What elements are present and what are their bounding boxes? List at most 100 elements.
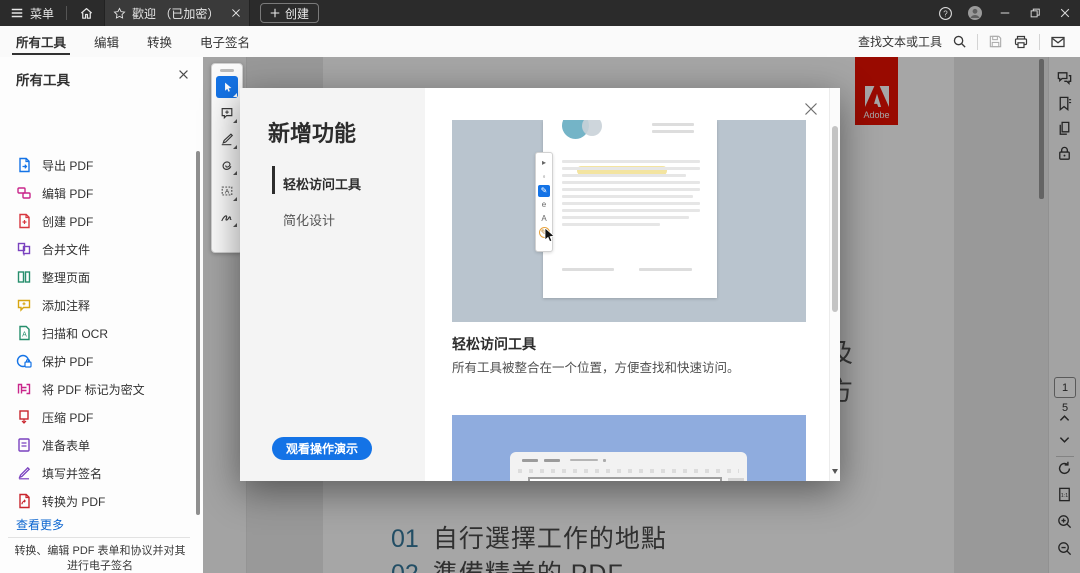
save-icon[interactable]: [988, 34, 1003, 49]
minimize-button[interactable]: [990, 0, 1020, 26]
dialog-scrollbar[interactable]: [829, 88, 840, 481]
sign-tool-button[interactable]: [216, 206, 238, 228]
dialog-close-icon[interactable]: [804, 102, 818, 116]
sidebar-item-create-pdf[interactable]: 创建 PDF: [0, 207, 208, 235]
titlebar-divider: [66, 6, 68, 20]
sidebar-item-combine-files[interactable]: 合并文件: [0, 235, 208, 263]
sidebar-item-label: 编辑 PDF: [42, 186, 94, 201]
sidebar-item-prepare-form[interactable]: 准备表单: [0, 431, 208, 459]
sidebar-item-label: 合并文件: [42, 242, 91, 257]
sidebar-item-label: 整理页面: [42, 270, 91, 285]
sidebar-item-label: 扫描和 OCR: [42, 326, 109, 341]
plus-icon: [270, 8, 280, 18]
print-icon[interactable]: [1013, 34, 1029, 50]
sidebar-item-export-pdf[interactable]: 导出 PDF: [0, 151, 208, 179]
mini-text-icon: A: [541, 214, 547, 223]
ribbon-right: 查找文本或工具: [858, 33, 1080, 50]
tab-convert[interactable]: 转换: [143, 27, 176, 57]
panel-close-icon[interactable]: [178, 69, 189, 80]
edit-pdf-icon: [16, 185, 32, 201]
text-select-tool-button[interactable]: A: [216, 180, 238, 202]
mini-comment-icon: ◦: [542, 172, 546, 181]
sidebar-item-label: 转换为 PDF: [42, 494, 106, 509]
scroll-down-arrow-icon[interactable]: [832, 469, 838, 474]
svg-text:A: A: [22, 332, 27, 339]
close-window-button[interactable]: [1050, 0, 1080, 26]
svg-text:?: ?: [943, 9, 948, 18]
nav-active-indicator: [272, 166, 275, 194]
document-tab[interactable]: 歡迎 （已加密）: [104, 0, 251, 26]
hamburger-icon: [10, 6, 24, 20]
tab-title: 歡迎 （已加密）: [132, 6, 220, 21]
home-button[interactable]: [69, 0, 104, 26]
help-button[interactable]: ?: [930, 0, 960, 26]
sidebar-item-fill-sign[interactable]: 填写并签名: [0, 459, 208, 487]
sidebar-item-protect-pdf[interactable]: 保护 PDF: [0, 347, 208, 375]
select-tool-button[interactable]: [216, 76, 238, 98]
sidebar-item-edit-pdf[interactable]: 编辑 PDF: [0, 179, 208, 207]
draw-lasso-tool-button[interactable]: [216, 154, 238, 176]
dialog-title: 新增功能: [268, 121, 357, 146]
tab-edit[interactable]: 编辑: [90, 27, 123, 57]
sidebar-item-label: 将 PDF 标记为密文: [42, 382, 145, 397]
feature-heading: 轻松访问工具: [452, 336, 536, 352]
organize-pages-icon: [16, 269, 32, 285]
dialog-scrollbar-thumb[interactable]: [832, 126, 838, 312]
tab-esign[interactable]: 电子签名: [196, 27, 254, 57]
sidebar-item-compress-pdf[interactable]: 压缩 PDF: [0, 403, 208, 431]
nav-item-easy-access-tools[interactable]: 轻松访问工具: [283, 174, 361, 193]
watch-demo-button[interactable]: 观看操作演示: [272, 437, 373, 460]
quick-tools-toolbar: A: [211, 63, 243, 253]
dialog-nav-panel: 新增功能 轻松访问工具 简化设计 观看操作演示: [240, 88, 425, 481]
mock-app-window: [510, 452, 747, 481]
mail-icon[interactable]: [1050, 34, 1066, 50]
sidebar-item-label: 准备表单: [42, 438, 91, 453]
search-icon[interactable]: [952, 34, 967, 49]
menu-button[interactable]: 菜单: [0, 0, 64, 26]
add-comment-tool-button[interactable]: [216, 102, 238, 124]
ribbon-bar: 所有工具 编辑 转换 电子签名 查找文本或工具: [0, 26, 1080, 58]
restore-button[interactable]: [1020, 0, 1050, 26]
scan-ocr-icon: A: [16, 325, 32, 341]
convert-pdf-icon: [16, 493, 32, 509]
sidebar-item-label: 导出 PDF: [42, 158, 94, 173]
cursor-pointer-illustration: [544, 228, 555, 243]
easy-access-illustration: ▸ ◦ ✎ e A ✎: [452, 120, 806, 322]
feature-description: 所有工具被整合在一个位置，方便查找和快速访问。: [452, 361, 740, 375]
titlebar-right: ?: [930, 0, 1080, 26]
tab-all-tools[interactable]: 所有工具: [12, 27, 71, 57]
home-icon: [79, 6, 94, 21]
highlight-pen-tool-button[interactable]: [216, 128, 238, 150]
toolbar-drag-handle[interactable]: [220, 69, 234, 72]
sidebar-item-scan-ocr[interactable]: A 扫描和 OCR: [0, 319, 208, 347]
acrobat-window: 菜单 歡迎 （已加密） 创建 ? 所有工具 编辑 转换 电子签名 查找文本或工具…: [0, 0, 1080, 573]
create-button[interactable]: 创建: [260, 3, 320, 23]
add-comments-icon: [16, 297, 32, 313]
sidebar-scrollbar[interactable]: [196, 151, 200, 515]
fill-sign-icon: [16, 465, 32, 481]
svg-text:A: A: [225, 188, 230, 195]
all-tools-panel: 所有工具 导出 PDF 编辑 PDF 创建 PDF 合并文件 整理页面 添加注释: [0, 57, 204, 573]
sidebar-item-label: 压缩 PDF: [42, 410, 94, 425]
simplified-design-illustration: [452, 415, 806, 481]
see-more-link[interactable]: 查看更多: [16, 516, 64, 533]
compress-pdf-icon: [16, 409, 32, 425]
sidebar-footer-divider: [8, 537, 190, 538]
menu-label: 菜单: [30, 6, 55, 21]
sidebar-item-redact-pdf[interactable]: 将 PDF 标记为密文: [0, 375, 208, 403]
redact-pdf-icon: [16, 381, 32, 397]
nav-item-simplified-design[interactable]: 简化设计: [283, 210, 335, 229]
ribbon-divider: [977, 33, 978, 50]
mini-pen-icon-selected: ✎: [538, 185, 550, 197]
create-label: 创建: [285, 6, 310, 21]
prepare-form-icon: [16, 437, 32, 453]
sidebar-item-label: 保护 PDF: [42, 354, 94, 369]
ribbon-divider: [1039, 33, 1040, 50]
sidebar-item-organize-pages[interactable]: 整理页面: [0, 263, 208, 291]
account-avatar[interactable]: [960, 0, 990, 26]
sidebar-item-convert-pdf[interactable]: 转换为 PDF: [0, 487, 208, 515]
sidebar-item-add-comments[interactable]: 添加注释: [0, 291, 208, 319]
mock-toolbar-dots: [518, 469, 739, 473]
tab-close-icon[interactable]: [231, 8, 241, 18]
search-label[interactable]: 查找文本或工具: [858, 33, 942, 50]
